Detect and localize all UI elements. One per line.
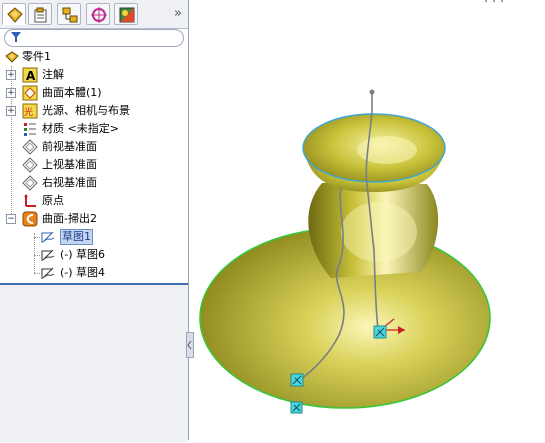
expand-toggle[interactable]: + [6,106,16,116]
display-manager-tab[interactable] [114,3,138,25]
model-view [199,0,503,414]
tree-item-label: 上视基准面 [42,158,97,171]
top-opening-highlight [357,136,417,164]
view-indicator-dot [501,0,503,2]
tree-item-label: 曲面本體(1) [42,86,102,99]
more-tabs-chevron[interactable]: » [174,6,182,21]
tree-item-label: 右视基准面 [42,176,97,189]
origin-icon [24,194,36,207]
tree-item-label: 曲面-掃出2 [42,212,97,225]
plane-icon [22,157,38,173]
graphics-viewport[interactable] [189,0,545,440]
display-manager-icon [119,7,135,23]
tree-item-label: 原点 [42,194,64,207]
tree-item-label: 光源、相机与布景 [42,104,130,117]
sketch-icon [41,231,55,243]
dimxpert-icon [91,7,107,23]
collapse-toggle[interactable]: − [6,214,16,224]
plane-icon [22,175,38,191]
expand-toggle[interactable]: + [6,70,16,80]
swept-surface-icon [22,211,38,227]
plane-icon [22,139,38,155]
sketch-icon [41,267,55,279]
sweep-path-endpoint [369,89,375,95]
tree-child-label-selected: 草图1 [60,229,93,245]
feature-manager-icon [7,7,23,23]
tree-root-label: 零件1 [22,50,51,63]
tree-item-label: 注解 [42,68,64,81]
manager-tab-bar: » [0,0,188,29]
tree-child-label: (-) 草图4 [60,266,106,279]
body-inner-shading [341,202,417,262]
configuration-manager-icon [62,7,78,23]
view-indicator-dot [485,0,487,2]
view-indicator-dot [493,0,495,2]
material-icon [24,123,36,136]
tree-filter-input[interactable] [4,29,184,47]
panel-empty-area [0,283,188,442]
surface-bodies-icon [22,85,38,101]
svg-text:A: A [26,69,36,83]
sketch-icon [41,249,55,261]
lights-cameras-scene-icon: 光 [22,103,38,119]
property-manager-tab[interactable] [28,3,52,25]
dimxpert-tab[interactable] [86,3,110,25]
tree-item-label: 前视基准面 [42,140,97,153]
feature-manager-tab[interactable] [2,3,26,25]
svg-text:光: 光 [24,106,33,118]
tree-item-label: 材质 <未指定> [42,122,119,135]
tree-child-label: (-) 草图6 [60,248,106,261]
expand-toggle[interactable]: + [6,88,16,98]
annotations-icon: A [22,67,38,83]
part-icon [5,51,19,63]
feature-manager-panel: » 零件1 + A 注解 + 曲面本體(1) + 光 光源、相机与布景 材质 <… [0,0,189,442]
configuration-manager-tab[interactable] [57,3,81,25]
property-manager-icon [34,7,47,23]
filter-icon [11,32,21,42]
